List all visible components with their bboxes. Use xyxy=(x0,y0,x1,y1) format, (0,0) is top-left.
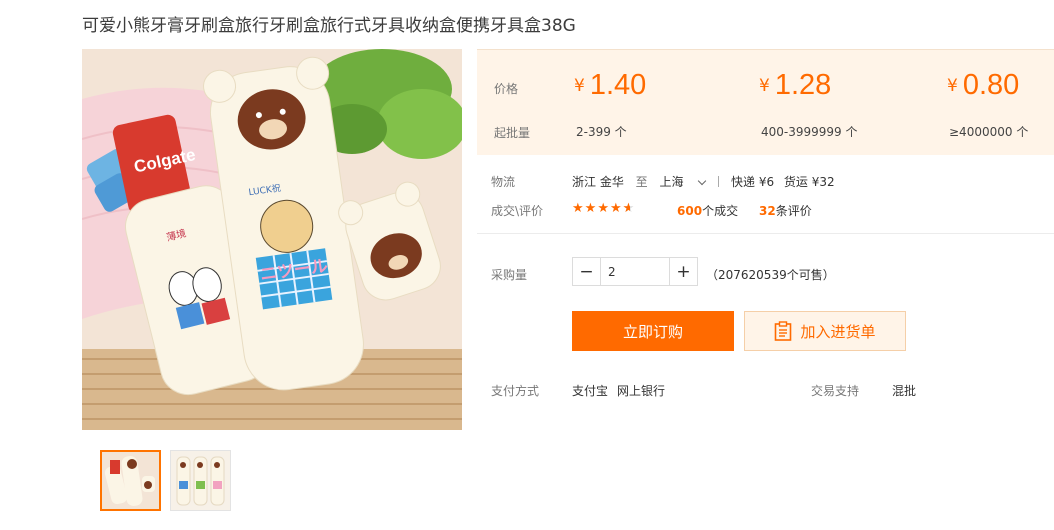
moq-range-3: ≥4000000 个 xyxy=(949,125,1029,139)
available-stock: （207620539个可售） xyxy=(706,268,835,282)
quantity-stepper: − + xyxy=(572,257,698,286)
currency-symbol: ¥ xyxy=(947,76,958,96)
half-star-icon: ★ xyxy=(623,201,636,216)
moq-range-1: 2-399 个 xyxy=(576,125,627,139)
deals-suffix: 个成交 xyxy=(702,204,739,218)
star-icon: ★ xyxy=(572,201,585,216)
deals-info[interactable]: 600个成交 xyxy=(677,202,738,219)
thumbnail-2[interactable] xyxy=(170,450,231,511)
order-now-label: 立即订购 xyxy=(622,322,683,341)
moq-label: 起批量 xyxy=(494,126,531,140)
price-value: 1.40 xyxy=(589,69,647,101)
chevron-down-icon[interactable] xyxy=(698,176,707,186)
price-tier-3: ¥0.80 xyxy=(947,69,1019,102)
deals-count: 600 xyxy=(677,204,703,218)
add-to-cart-label: 加入进货单 xyxy=(800,322,876,341)
payment-method-bank: 网上银行 xyxy=(617,384,666,398)
section-divider xyxy=(477,233,1054,234)
star-icon: ★ xyxy=(609,201,623,216)
reviews-count: 32 xyxy=(759,204,776,218)
clipboard-icon xyxy=(775,321,792,341)
moq-range-2: 400-3999999 个 xyxy=(761,125,858,139)
product-main-image[interactable]: Colgate 薄境 LUCK祝 ニツール xyxy=(82,49,462,430)
reviews-label: 成交\评价 xyxy=(491,204,544,218)
price-value: 1.28 xyxy=(774,69,832,101)
payment-label: 支付方式 xyxy=(491,384,540,398)
ship-to[interactable]: 上海 xyxy=(660,175,684,189)
trade-support-label: 交易支持 xyxy=(811,384,860,398)
quantity-label: 采购量 xyxy=(491,268,528,282)
thumbnail-1[interactable] xyxy=(100,450,161,511)
star-icon: ★ xyxy=(584,201,598,216)
currency-symbol: ¥ xyxy=(574,76,585,96)
add-to-cart-button[interactable]: 加入进货单 xyxy=(744,311,906,351)
logistics-label: 物流 xyxy=(491,175,516,189)
reviews-info[interactable]: 32条评价 xyxy=(759,202,812,219)
product-title: 可爱小熊牙膏牙刷盒旅行牙刷盒旅行式牙具收纳盒便携牙具盒38G xyxy=(82,16,576,36)
currency-symbol: ¥ xyxy=(759,76,770,96)
price-label: 价格 xyxy=(494,82,519,96)
divider xyxy=(718,176,720,187)
price-value: 0.80 xyxy=(962,69,1020,101)
trade-support-value: 混批 xyxy=(892,384,917,398)
price-tier-1: ¥1.40 xyxy=(574,69,646,102)
express-fee: 快递 ¥6 xyxy=(731,175,775,189)
ship-from: 浙江 金华 xyxy=(572,175,624,189)
price-panel: 价格 起批量 ¥1.40 ¥1.28 ¥0.80 2-399 个 400-399… xyxy=(477,49,1054,155)
thumbnail-list xyxy=(100,450,231,511)
logistics-info: 浙江 金华 至 上海 快递 ¥6 货运 ¥32 xyxy=(572,173,835,190)
freight-fee: 货运 ¥32 xyxy=(783,175,835,189)
increase-button[interactable]: + xyxy=(669,258,697,285)
star-icon: ★ xyxy=(597,201,610,216)
decrease-button[interactable]: − xyxy=(573,258,601,285)
rating-stars: ★★★★★ xyxy=(572,201,635,216)
price-tier-2: ¥1.28 xyxy=(759,69,831,102)
to-word: 至 xyxy=(635,175,648,189)
order-now-button[interactable]: 立即订购 xyxy=(572,311,734,351)
quantity-input[interactable] xyxy=(601,258,669,285)
payment-method-alipay: 支付宝 xyxy=(572,384,609,398)
reviews-suffix: 条评价 xyxy=(775,204,812,218)
